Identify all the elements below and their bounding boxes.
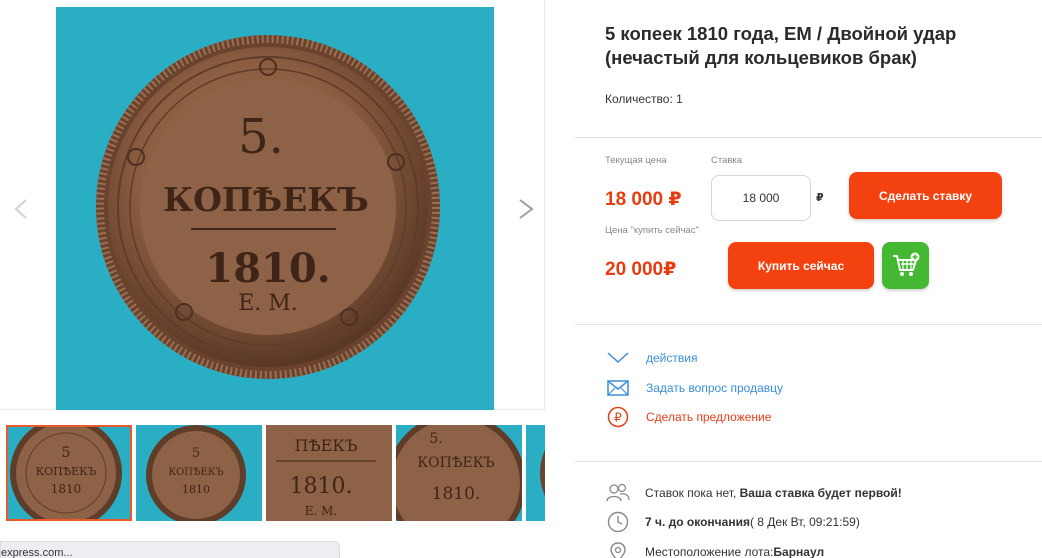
clock-icon (605, 511, 631, 533)
svg-text:КОПѢЕКЪ: КОПѢЕКЪ (417, 455, 494, 471)
users-icon (605, 482, 631, 504)
place-bid-button[interactable]: Сделать ставку (849, 172, 1002, 219)
buy-now-label: Цена "купить сейчас" (605, 225, 699, 236)
cart-add-icon (892, 252, 919, 276)
svg-text:Е. М.: Е. М. (305, 504, 338, 518)
svg-text:1810: 1810 (182, 483, 210, 496)
divider (575, 324, 1042, 325)
add-to-cart-button[interactable] (882, 242, 929, 289)
status-url-text: express.com... (1, 547, 73, 558)
chevron-left-icon[interactable] (10, 196, 32, 222)
ask-seller-link[interactable]: Задать вопрос продавцу (605, 377, 783, 399)
lot-title: 5 копеек 1810 года, ЕМ / Двойной удар (н… (605, 23, 957, 68)
coin-denomination: 5. (238, 109, 284, 165)
lot-quantity: Количество: 1 (605, 92, 683, 106)
thumbnail-strip: 5 КОПѢЕКЪ 1810 5 КОПѢЕКЪ 1810 ПѢЕКЪ 1810… (0, 425, 545, 521)
end-date: ( 8 Дек Вт, 09:21:59) (749, 515, 860, 529)
buy-now-price: 20 000₽ (605, 259, 677, 280)
envelope-icon (605, 377, 631, 399)
divider (575, 137, 1042, 138)
thumbnail-1[interactable]: 5 КОПѢЕКЪ 1810 (6, 425, 132, 521)
time-left-value: 7 ч. до окончания (645, 515, 750, 529)
bid-currency: ₽ (816, 192, 824, 204)
svg-text:5: 5 (62, 445, 71, 461)
svg-text:КОПѢЕКЪ: КОПѢЕКЪ (168, 467, 223, 478)
bids-prefix: Ставок пока нет, (645, 486, 737, 500)
bids-status: Ставок пока нет, Ваша ставка будет перво… (605, 482, 902, 504)
svg-text:5.: 5. (429, 431, 442, 447)
svg-text:1810.: 1810. (290, 474, 353, 499)
thumbnail-4[interactable]: 5. КОПѢЕКЪ 1810. (396, 425, 522, 521)
chevron-down-icon (605, 347, 631, 369)
svg-text:1810.: 1810. (432, 484, 481, 504)
location-value: Барнаул (773, 545, 825, 558)
svg-text:5: 5 (192, 446, 200, 461)
time-left: 7 ч. до окончания ( 8 Дек Вт, 09:21:59) (605, 511, 860, 533)
thumbnail-2[interactable]: 5 КОПѢЕКЪ 1810 (136, 425, 262, 521)
bid-input[interactable] (711, 175, 811, 221)
coin-year: 1810. (205, 245, 330, 292)
svg-text:ПѢЕКЪ: ПѢЕКЪ (295, 436, 358, 455)
coin-word: КОПѢЕКЪ (163, 180, 369, 219)
thumbnail-5[interactable] (526, 425, 545, 521)
actions-menu-label: действия (646, 351, 698, 365)
coin-image: 5. КОПѢЕКЪ 1810. Е. М. (56, 7, 494, 410)
photo-gallery: 5. КОПѢЕКЪ 1810. Е. М. (0, 0, 545, 410)
expand-icon[interactable] (494, 24, 528, 58)
thumbnail-3[interactable]: ПѢЕКЪ 1810. Е. М. (266, 425, 392, 521)
buy-now-button[interactable]: Купить сейчас (728, 242, 874, 289)
divider (575, 461, 1042, 462)
bids-bold: Ваша ставка будет первой! (739, 486, 902, 500)
status-url-bar: express.com... (0, 541, 340, 558)
actions-menu[interactable]: действия (605, 347, 697, 369)
lot-location: Местоположение лота: Барнаул (605, 541, 824, 558)
current-price-label: Текущая цена (605, 155, 667, 166)
location-label: Местоположение лота: (645, 545, 774, 558)
current-price: 18 000 ₽ (605, 189, 682, 210)
make-offer-link[interactable]: ₽ Сделать предложение (605, 406, 771, 428)
chevron-right-icon[interactable] (516, 196, 538, 222)
svg-text:КОПѢЕКЪ: КОПѢЕКЪ (36, 465, 97, 478)
bid-label: Ставка (711, 155, 743, 166)
coin-mint: Е. М. (238, 291, 298, 316)
svg-text:1810: 1810 (51, 482, 82, 496)
make-offer-label: Сделать предложение (646, 410, 772, 424)
ruble-circle-icon: ₽ (605, 406, 631, 428)
svg-text:₽: ₽ (614, 411, 622, 425)
ask-seller-label: Задать вопрос продавцу (646, 381, 784, 395)
location-pin-icon (605, 541, 631, 558)
main-photo[interactable]: 5. КОПѢЕКЪ 1810. Е. М. (56, 7, 494, 410)
